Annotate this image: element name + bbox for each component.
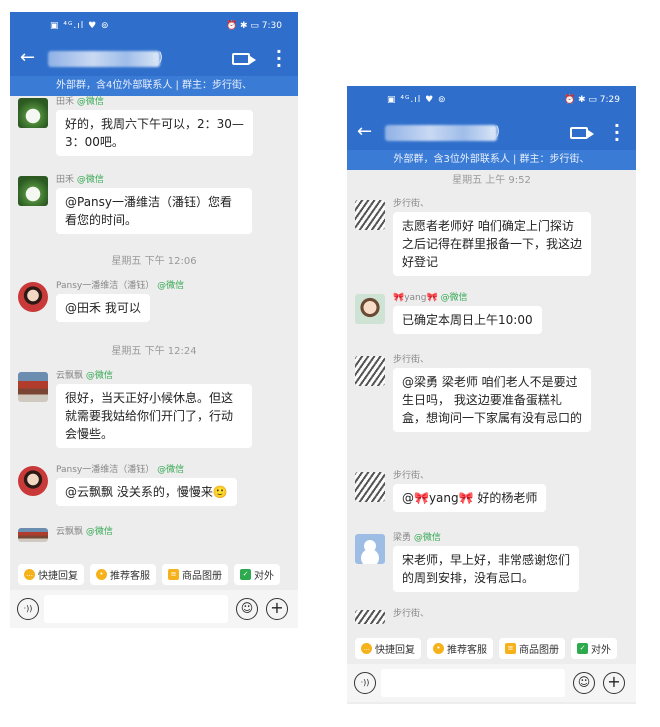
avatar[interactable] bbox=[18, 98, 48, 128]
avatar[interactable] bbox=[355, 200, 385, 230]
title-bar: ← s) · · · bbox=[347, 116, 636, 150]
emoji-icon[interactable]: ☺ bbox=[236, 598, 258, 620]
avatar[interactable] bbox=[355, 294, 385, 324]
timestamp: 星期五 下午 12:06 bbox=[111, 256, 197, 267]
plus-icon[interactable]: + bbox=[603, 672, 625, 694]
status-time: ⏰ ✱ ▭ 7:29 bbox=[563, 95, 620, 105]
recommend-service-button[interactable]: • 推荐客服 bbox=[427, 637, 493, 659]
message-bubble[interactable]: @田禾 我可以 bbox=[56, 294, 150, 322]
quick-toolbar: … 快捷回复 • 推荐客服 ≡ 商品图册 ✓ 对外 bbox=[347, 635, 636, 661]
avatar[interactable] bbox=[18, 528, 48, 542]
message-bubble[interactable]: @Pansy一潘维洁（潘钰）您看看您的时间。 bbox=[56, 188, 252, 234]
catalog-icon: ≡ bbox=[168, 568, 179, 580]
message-list: 星期五 上午 9:52 步行街、 志愿者老师好 咱们确定上门探访之后记得在群里报… bbox=[347, 170, 636, 630]
quick-toolbar: … 快捷回复 • 推荐客服 ≡ 商品图册 ✓ 对外 bbox=[10, 561, 298, 587]
headset-icon: • bbox=[96, 568, 107, 580]
chat-title-blurred bbox=[385, 125, 497, 141]
avatar[interactable] bbox=[18, 372, 48, 402]
emoji-icon[interactable]: ☺ bbox=[573, 672, 595, 694]
more-icon[interactable]: · · · bbox=[276, 44, 282, 74]
message-bubble[interactable]: @云飘飘 没关系的，慢慢来🙂 bbox=[56, 478, 237, 506]
group-notice: 外部群，含4位外部联系人 | 群主：步行街、 bbox=[10, 76, 298, 96]
timestamp: 星期五 上午 9:52 bbox=[452, 175, 531, 186]
chat-bubble-icon: … bbox=[24, 568, 35, 580]
avatar[interactable] bbox=[18, 282, 48, 312]
sender-name: 🎀yang🎀 @微信 bbox=[393, 293, 468, 303]
recommend-service-button[interactable]: • 推荐客服 bbox=[90, 563, 156, 585]
product-catalog-button[interactable]: ≡ 商品图册 bbox=[162, 563, 228, 585]
avatar[interactable] bbox=[18, 466, 48, 496]
shield-icon: ✓ bbox=[240, 568, 251, 580]
voice-icon[interactable]: ·)) bbox=[17, 598, 39, 620]
sender-name: Pansy一潘维洁（潘钰） @微信 bbox=[56, 281, 185, 291]
sender-name: 田禾 @微信 bbox=[56, 97, 104, 107]
product-catalog-button[interactable]: ≡ 商品图册 bbox=[499, 637, 565, 659]
group-notice: 外部群，含3位外部联系人 | 群主：步行街、 bbox=[347, 150, 636, 170]
back-arrow-icon[interactable]: ← bbox=[20, 47, 35, 68]
catalog-icon: ≡ bbox=[505, 642, 516, 654]
chat-title-tail: s) bbox=[489, 124, 500, 138]
message-bubble[interactable]: @梁勇 梁老师 咱们老人不是要过生日吗， 我这边要准备蛋糕礼盒，想询问一下家属有… bbox=[393, 368, 591, 432]
sender-name: 云飘飘 @微信 bbox=[56, 527, 113, 537]
chat-title-blurred bbox=[48, 51, 160, 67]
message-bubble[interactable]: 已确定本周日上午10:00 bbox=[393, 306, 542, 334]
avatar[interactable] bbox=[355, 534, 385, 564]
chat-screen-right: ▣ ⁴ᴳ.ıl ♥ ⊚ ⏰ ✱ ▭ 7:29 ← s) · · · 外部群，含3位外… bbox=[347, 86, 636, 704]
chat-title-tail: s) bbox=[152, 50, 163, 64]
message-list: 田禾 @微信 好的，我周六下午可以，2：30—3：00吧。 田禾 @微信 @Pa… bbox=[10, 96, 298, 586]
video-call-icon[interactable] bbox=[570, 127, 594, 139]
plus-icon[interactable]: + bbox=[266, 598, 288, 620]
message-bubble[interactable]: 很好，当天正好小候休息。但这就需要我姑给你们开门了，行动会慢些。 bbox=[56, 384, 252, 448]
status-bar: ▣ ⁴ᴳ.ıl ♥ ⊚ ⏰ ✱ ▭ 7:30 bbox=[10, 12, 298, 42]
avatar[interactable] bbox=[355, 610, 385, 624]
avatar[interactable] bbox=[355, 472, 385, 502]
shield-icon: ✓ bbox=[577, 642, 588, 654]
headset-icon: • bbox=[433, 642, 444, 654]
external-button[interactable]: ✓ 对外 bbox=[234, 563, 280, 585]
back-arrow-icon[interactable]: ← bbox=[357, 121, 372, 142]
voice-icon[interactable]: ·)) bbox=[354, 672, 376, 694]
video-call-icon[interactable] bbox=[232, 53, 256, 65]
sender-name: 田禾 @微信 bbox=[56, 175, 104, 185]
message-input[interactable] bbox=[381, 669, 565, 697]
message-bubble[interactable]: @🎀yang🎀 好的杨老师 bbox=[393, 484, 547, 512]
message-bubble[interactable]: 志愿者老师好 咱们确定上门探访之后记得在群里报备一下，我这边好登记 bbox=[393, 212, 591, 276]
avatar[interactable] bbox=[355, 356, 385, 386]
chat-screen-left: ▣ ⁴ᴳ.ıl ♥ ⊚ ⏰ ✱ ▭ 7:30 ← s) · · · 外部群，含4位外… bbox=[10, 12, 298, 628]
input-bar: ·)) ☺ + bbox=[347, 664, 636, 702]
sender-name: Pansy一潘维洁（潘钰） @微信 bbox=[56, 465, 185, 475]
sender-name: 步行街、 bbox=[393, 471, 430, 481]
status-time: ⏰ ✱ ▭ 7:30 bbox=[225, 21, 282, 31]
quick-reply-button[interactable]: … 快捷回复 bbox=[355, 637, 421, 659]
external-button[interactable]: ✓ 对外 bbox=[571, 637, 617, 659]
timestamp: 星期五 下午 12:24 bbox=[111, 346, 197, 357]
more-icon[interactable]: · · · bbox=[614, 118, 620, 148]
sender-name: 云飘飘 @微信 bbox=[56, 371, 113, 381]
status-bar: ▣ ⁴ᴳ.ıl ♥ ⊚ ⏰ ✱ ▭ 7:29 bbox=[347, 86, 636, 116]
avatar[interactable] bbox=[18, 176, 48, 206]
status-icons: ▣ ⁴ᴳ.ıl ♥ ⊚ bbox=[387, 95, 447, 105]
message-bubble[interactable]: 宋老师，早上好，非常感谢您们的周到安排，没有忌口。 bbox=[393, 546, 579, 592]
sender-name: 步行街、 bbox=[393, 199, 430, 209]
status-icons: ▣ ⁴ᴳ.ıl ♥ ⊚ bbox=[50, 21, 110, 31]
message-bubble[interactable]: 好的，我周六下午可以，2：30—3：00吧。 bbox=[56, 110, 253, 156]
quick-reply-button[interactable]: … 快捷回复 bbox=[18, 563, 84, 585]
sender-name: 步行街、 bbox=[393, 355, 430, 365]
sender-name: 步行街、 bbox=[393, 609, 430, 619]
input-bar: ·)) ☺ + bbox=[10, 590, 298, 628]
chat-bubble-icon: … bbox=[361, 642, 372, 654]
title-bar: ← s) · · · bbox=[10, 42, 298, 76]
sender-name: 梁勇 @微信 bbox=[393, 533, 441, 543]
message-input[interactable] bbox=[44, 595, 228, 623]
